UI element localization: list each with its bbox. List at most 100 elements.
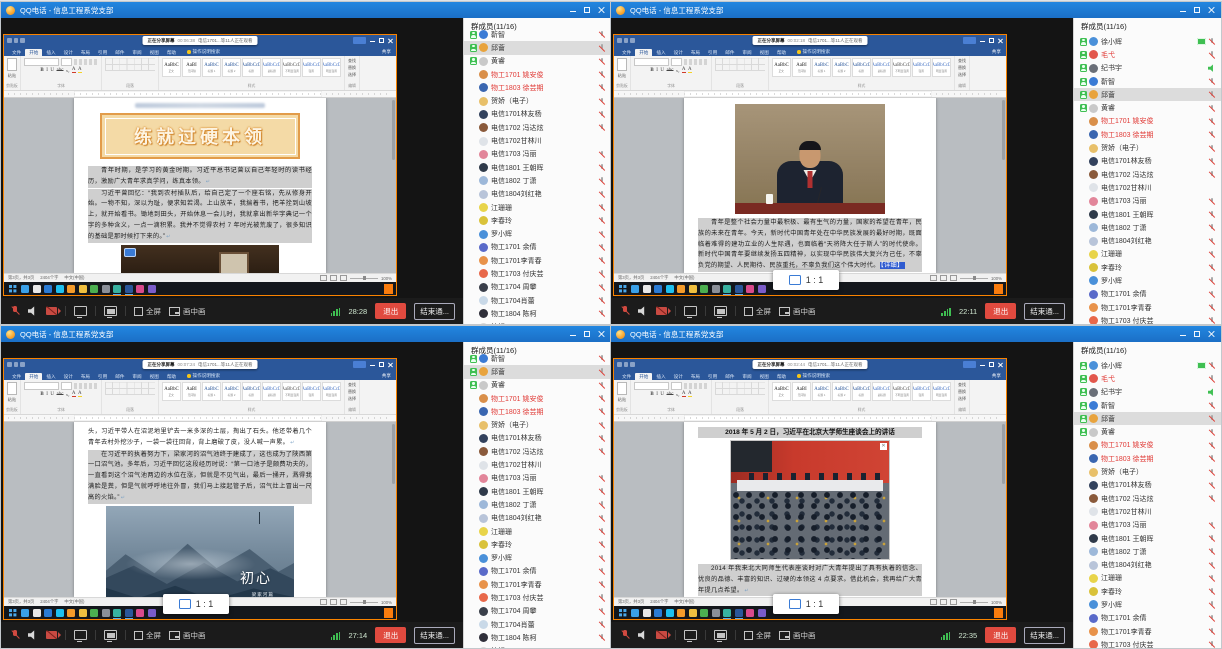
styles-gallery[interactable]: AaBbC正文AaBI无间隔AaBbC标题 1AaBbC标题 2AaBbCcD标… [769,380,955,414]
paragraph-group[interactable]: 段落 [102,380,159,414]
end-call-button[interactable]: 结束通... [414,627,455,644]
member-row[interactable]: 电信1801 王朝晖 [1074,208,1221,221]
member-row[interactable]: 电信1804刘红艳 [464,512,611,525]
member-row[interactable]: 电信1702甘林川 [1074,505,1221,518]
member-row[interactable]: 物工1803 徐芸期 [1074,128,1221,141]
editing-group[interactable]: 查找替换选择 编辑 [345,56,360,90]
aspect-ratio-tooltip[interactable]: 1 : 1 [163,594,229,614]
editing-buttons[interactable]: 查找替换选择 [958,58,966,78]
style-chip[interactable]: AaBbCcD副标题 [872,58,891,77]
style-chip[interactable]: AaBI无间隔 [792,382,811,401]
member-row[interactable]: 电信1702甘林川 [464,458,611,471]
member-row[interactable]: 靳智 [1074,399,1221,412]
member-row[interactable]: 电信1801 王朝晖 [464,161,611,174]
print-layout-icon[interactable] [940,599,947,605]
taskbar-app-icon[interactable] [700,609,708,617]
taskbar-app-icon[interactable] [79,285,87,293]
taskbar-app-icon[interactable] [67,285,75,293]
taskbar-app-icon[interactable] [735,609,743,617]
taskbar-app-icon[interactable] [113,609,121,617]
doc-image-leader-speech[interactable] [735,104,885,214]
font-name-box[interactable] [634,382,669,390]
word-account-chip[interactable] [353,361,366,368]
taskbar-app-icon[interactable] [102,285,110,293]
microphone-muted-icon[interactable] [620,305,630,317]
paragraph-buttons[interactable] [715,58,765,71]
member-row[interactable]: 徐小辉 [1074,359,1221,372]
read-mode-icon[interactable] [930,599,937,605]
member-row[interactable]: 电信1703 冯丽 [1074,519,1221,532]
member-row[interactable]: 物工1704肖蕾 [464,618,611,631]
style-chip[interactable]: AaBbC标题 1 [202,58,221,77]
member-row[interactable]: 电信1801 王朝晖 [1074,532,1221,545]
quick-access-toolbar[interactable] [7,362,25,367]
font-name-box[interactable] [24,58,59,66]
document-scrollbar[interactable] [392,100,396,160]
font-buttons[interactable] [74,59,98,65]
quick-access-toolbar[interactable] [617,362,635,367]
font-format-buttons[interactable]: BIUabcx₂AA [40,67,81,73]
member-row[interactable]: 物工1701 余倩 [1074,612,1221,625]
font-buttons[interactable] [74,383,98,389]
close-button[interactable] [598,331,604,337]
member-row[interactable]: 电信1701林友杨 [464,108,611,121]
word-share-button[interactable]: 共享 [992,373,1001,380]
taskbar-app-icon[interactable] [67,609,75,617]
zoom-slider[interactable] [960,278,988,279]
editing-buttons[interactable]: 查找替换选择 [958,382,966,402]
editing-group[interactable]: 查找替换选择 编辑 [955,56,970,90]
whiteboard-icon[interactable] [714,306,727,316]
restore-button[interactable] [584,7,590,13]
taskbar-app-icon[interactable] [56,285,64,293]
taskbar-app-icon[interactable] [33,609,41,617]
taskbar-app-icon[interactable] [148,285,156,293]
member-row[interactable]: 物工1701 余倩 [1074,288,1221,301]
member-row[interactable]: 电信1703 冯丽 [464,472,611,485]
member-row[interactable]: 电信1802 丁潇 [464,498,611,511]
member-row[interactable]: 电信1804刘红艳 [1074,558,1221,571]
pip-button[interactable]: 画中画 [169,630,206,641]
word-minimize-button[interactable] [980,362,985,367]
taskbar-app-icon[interactable] [136,285,144,293]
fullscreen-button[interactable]: 全屏 [134,306,161,317]
style-chip-row[interactable]: AaBbC正文AaBI无间隔AaBbC标题 1AaBbC标题 2AaBbCcD标… [162,382,341,401]
taskbar-app-icon[interactable] [666,609,674,617]
font-name-box[interactable] [24,382,59,390]
member-row[interactable]: 电信1701林友杨 [1074,155,1221,168]
style-chip-row[interactable]: AaBbC正文AaBI无间隔AaBbC标题 1AaBbC标题 2AaBbCcD标… [772,382,951,401]
web-layout-icon[interactable] [950,599,957,605]
member-row[interactable]: 电信1702 冯达炫 [464,445,611,458]
member-row[interactable]: 李春玲 [464,214,611,227]
member-row[interactable]: 江珊珊 [1074,572,1221,585]
member-row[interactable]: 罗小辉 [1074,598,1221,611]
editing-button-选择[interactable]: 选择 [958,396,966,402]
taskbar-app-icon[interactable] [643,285,651,293]
paste-button[interactable]: 粘贴 剪贴板 [614,56,631,90]
word-account-chip[interactable] [963,361,976,368]
member-row[interactable]: 李春玲 [1074,585,1221,598]
member-row[interactable]: 物工1704 周攀 [464,605,611,618]
word-minimize-button[interactable] [980,38,985,43]
style-chip[interactable]: AaBbCcD不明显强调 [282,58,301,77]
taskbar-app-icon[interactable] [44,609,52,617]
word-share-button[interactable]: 共享 [382,49,391,56]
style-chip[interactable]: AaBbCcD强调 [912,382,931,401]
speaker-icon[interactable] [638,306,648,316]
style-chip[interactable]: AaBbCcD副标题 [872,382,891,401]
taskbar-icon-row[interactable] [21,285,156,293]
member-row[interactable]: 物工1704 周攀 [464,281,611,294]
member-row[interactable]: 李春玲 [1074,261,1221,274]
taskbar-app-icon[interactable] [33,285,41,293]
word-close-button[interactable] [998,362,1003,367]
editing-group[interactable]: 查找替换选择 编辑 [345,380,360,414]
editing-button-查找[interactable]: 查找 [958,382,966,388]
restore-button[interactable] [584,331,590,337]
taskbar-app-icon[interactable] [90,285,98,293]
microphone-muted-icon[interactable] [620,629,630,641]
taskbar-app-icon[interactable] [136,609,144,617]
style-chip[interactable]: AaBbC标题 1 [812,382,831,401]
fullscreen-button[interactable]: 全屏 [744,630,771,641]
style-chip[interactable]: AaBbC标题 2 [832,382,851,401]
member-row[interactable]: 靳智 [1074,75,1221,88]
member-row[interactable]: 贺娇（电子） [1074,465,1221,478]
